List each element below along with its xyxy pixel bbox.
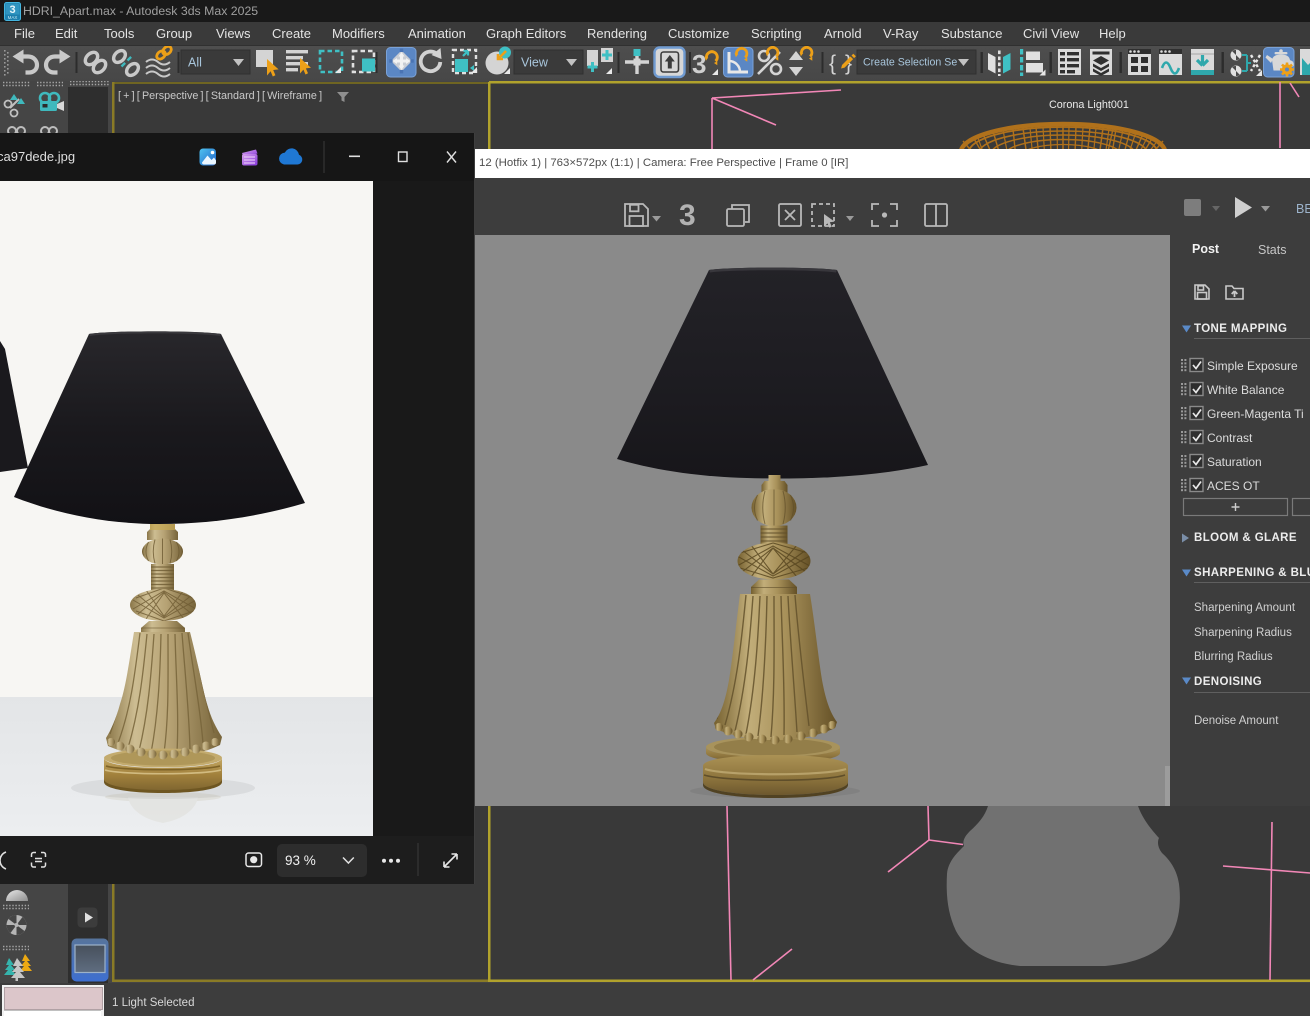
svg-text:93 %: 93 % (285, 853, 316, 868)
svg-text:MAX: MAX (8, 15, 18, 20)
svg-text:Corona Light001: Corona Light001 (1049, 99, 1129, 111)
svg-text:All: All (188, 56, 202, 70)
svg-text:Create Selection Se: Create Selection Se (863, 57, 957, 69)
svg-text:3: 3 (692, 49, 706, 79)
svg-text:BE: BE (1296, 202, 1310, 216)
svg-text:3: 3 (679, 199, 696, 232)
svg-text:View: View (521, 56, 549, 70)
svg-text:[ + ] [ Perspective ] [ Standa: [ + ] [ Perspective ] [ Standard ] [ Wir… (118, 90, 322, 102)
svg-text:{: { (829, 52, 836, 75)
